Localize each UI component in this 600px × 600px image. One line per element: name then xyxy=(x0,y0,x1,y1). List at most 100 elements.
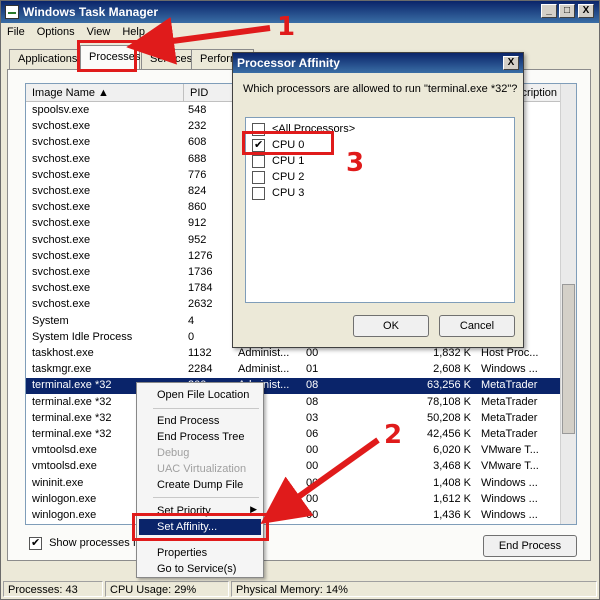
menu-help[interactable]: Help xyxy=(116,23,151,41)
cell-name: winlogon.exe xyxy=(32,492,97,505)
cell-desc: Windows ... xyxy=(481,476,538,489)
cell-name: svchost.exe xyxy=(32,120,91,133)
cell-name: vmtoolsd.exe xyxy=(32,460,97,473)
cpu-2-checkbox[interactable] xyxy=(252,171,265,184)
table-row[interactable]: winlogon.exeEM001,612 KWindows ... xyxy=(26,492,561,508)
title-bar[interactable]: Windows Task Manager _ □ X xyxy=(1,1,599,23)
menu-separator xyxy=(153,497,259,498)
cell-user: Administ... xyxy=(238,363,290,376)
cell-cpu: 00 xyxy=(306,476,319,489)
cell-name: svchost.exe xyxy=(32,136,91,149)
show-all-users[interactable]: Show processes fro xyxy=(29,536,146,550)
cell-mem: 78,108 K xyxy=(426,395,471,408)
minimize-button[interactable]: _ xyxy=(541,4,557,18)
context-menu: Open File Location End Process End Proce… xyxy=(136,382,264,578)
cell-cpu: 03 xyxy=(306,411,319,424)
table-row[interactable]: vmtoolsd.exeEM003,468 KVMware T... xyxy=(26,459,561,475)
cell-name: terminal.exe *32 xyxy=(32,379,112,392)
menu-open-file-location[interactable]: Open File Location xyxy=(139,387,261,403)
cell-name: svchost.exe xyxy=(32,298,91,311)
cell-name: terminal.exe *32 xyxy=(32,428,112,440)
menu-debug: Debug xyxy=(157,447,190,459)
end-process-button[interactable]: End Process xyxy=(483,535,577,557)
cell-desc: VMware T... xyxy=(481,460,539,473)
cell-cpu: 00 xyxy=(306,460,319,473)
cell-mem: 2,608 K xyxy=(433,363,471,376)
menu-properties[interactable]: Properties xyxy=(139,545,261,561)
annotation-step-3: 3 xyxy=(346,148,365,178)
ok-button[interactable]: OK xyxy=(353,315,429,337)
cell-name: svchost.exe xyxy=(32,217,91,230)
cell-desc: Windows ... xyxy=(481,492,538,505)
cell-desc: Host Proc... xyxy=(481,347,539,359)
menu-view[interactable]: View xyxy=(81,23,117,41)
cell-name: vmtoolsd.exe xyxy=(32,444,97,457)
dialog-question: Which processors are allowed to run "ter… xyxy=(243,83,518,95)
column-pid[interactable]: PID xyxy=(184,84,234,102)
cell-pid: 2632 xyxy=(188,298,213,311)
cell-mem: 1,436 K xyxy=(433,509,471,521)
cell-pid: 4 xyxy=(188,314,195,327)
table-row[interactable]: vmtoolsd.exeEM006,020 KVMware T... xyxy=(26,443,561,459)
cancel-button[interactable]: Cancel xyxy=(439,315,515,337)
dialog-title[interactable]: Processor Affinity xyxy=(233,53,523,73)
cell-name: svchost.exe xyxy=(32,185,91,197)
cell-pid: 824 xyxy=(188,185,207,197)
scrollbar-thumb[interactable] xyxy=(562,284,575,434)
cell-pid: 1276 xyxy=(188,249,213,262)
cell-desc: VMware T... xyxy=(481,444,539,457)
cpu-1-checkbox[interactable] xyxy=(252,155,265,168)
table-row[interactable]: terminal.exe *32300Administ...0863,256 K… xyxy=(26,378,561,395)
cell-name: terminal.exe *32 xyxy=(32,395,112,408)
cell-pid: 232 xyxy=(188,120,207,133)
menu-options[interactable]: Options xyxy=(31,23,81,41)
table-row[interactable]: terminal.exe *32 03 50,208 K MetaTrader xyxy=(26,411,561,427)
cell-cpu: 00 xyxy=(306,509,319,521)
cell-pid: 0 xyxy=(188,330,195,343)
close-button[interactable]: X xyxy=(578,4,594,18)
status-cpu: CPU Usage: 29% xyxy=(105,581,229,597)
window-title: Windows Task Manager xyxy=(23,5,159,19)
menu-go-to-services[interactable]: Go to Service(s) xyxy=(139,561,261,577)
cell-mem: 1,612 K xyxy=(433,492,471,505)
annotation-step-1: 1 xyxy=(277,12,296,42)
menu-file[interactable]: File xyxy=(1,23,31,41)
cell-name: svchost.exe xyxy=(32,233,91,246)
dialog-close-button[interactable]: X xyxy=(503,56,519,70)
cell-name: spoolsv.exe xyxy=(32,104,90,116)
cell-pid: 912 xyxy=(188,217,207,230)
menu-create-dump-file[interactable]: Create Dump File xyxy=(139,477,261,493)
table-row[interactable]: winlogon.exeEM001,436 KWindows ... xyxy=(26,508,561,524)
cell-name: svchost.exe xyxy=(32,201,91,214)
menu-uac-virtualization: UAC Virtualization xyxy=(157,463,247,475)
cell-name: wininit.exe xyxy=(32,476,84,489)
cell-pid: 1736 xyxy=(188,266,213,278)
show-all-checkbox[interactable] xyxy=(29,536,42,550)
cell-pid: 1784 xyxy=(188,282,213,295)
table-row[interactable]: taskhost.exe 1132 Administ... 00 1,832 K Host… xyxy=(26,346,561,362)
cell-name: System Idle Process xyxy=(32,330,133,343)
processor-affinity-dialog: Processor Affinity X Which processors ar… xyxy=(232,52,524,348)
table-row[interactable]: wininit.exeEM001,408 KWindows ... xyxy=(26,476,561,492)
cell-desc: MetaTrader xyxy=(481,379,538,392)
annotation-box-processes-tab xyxy=(77,40,137,72)
column-image-name[interactable]: Image Name ▲ xyxy=(26,84,184,102)
menu-end-process[interactable]: End Process xyxy=(139,413,261,429)
cell-mem: 1,408 K xyxy=(433,476,471,489)
table-row[interactable]: taskmgr.exe 2284 Administ... 01 2,608 K Windo… xyxy=(26,362,561,378)
table-row[interactable]: terminal.exe *32 06 42,456 K MetaTrader xyxy=(26,427,561,443)
cell-pid: 688 xyxy=(188,152,207,165)
menu-end-process-tree[interactable]: End Process Tree xyxy=(139,429,261,445)
cell-desc: Windows ... xyxy=(481,509,538,521)
cell-name: svchost.exe xyxy=(32,152,91,165)
maximize-button[interactable]: □ xyxy=(559,4,575,18)
cell-cpu: 06 xyxy=(306,428,319,440)
table-row[interactable]: terminal.exe *32 08 78,108 K MetaTrader xyxy=(26,395,561,411)
list-scrollbar[interactable] xyxy=(560,84,576,524)
cell-pid: 2284 xyxy=(188,363,213,376)
tab-applications[interactable]: Applications xyxy=(9,49,87,69)
cell-name: terminal.exe *32 xyxy=(32,411,112,424)
cpu-3-checkbox[interactable] xyxy=(252,187,265,200)
cell-name: taskmgr.exe xyxy=(32,363,92,376)
cell-pid: 860 xyxy=(188,201,207,214)
